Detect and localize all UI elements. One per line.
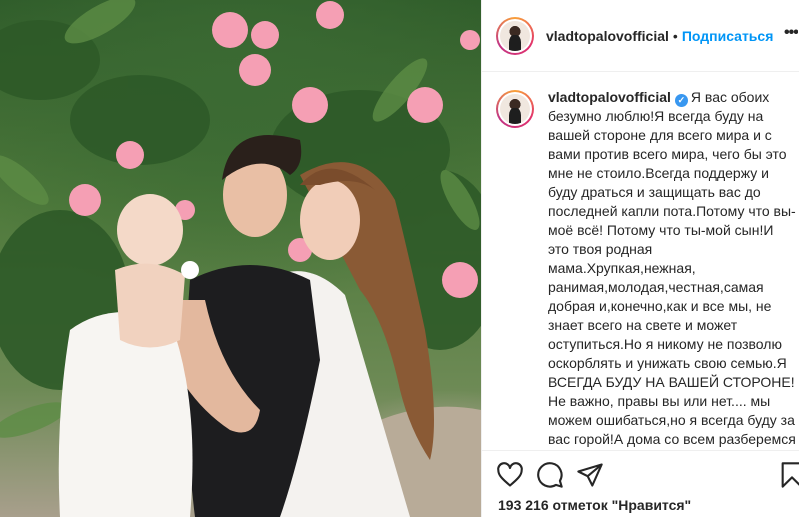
caption-comment: vladtopalovofficial ✓ Я вас обоих безумно … [496, 88, 799, 450]
heart-icon[interactable] [496, 461, 524, 489]
bookmark-icon[interactable] [778, 461, 799, 489]
share-icon[interactable] [576, 461, 604, 489]
header-username[interactable]: vladtopalovofficial [546, 28, 669, 44]
header-separator: • [672, 27, 678, 44]
caption-text-block: vladtopalovofficial ✓ Я вас обоих безумно … [548, 88, 798, 450]
caption-body: Я вас обоих безумно люблю!Я всегда буду … [548, 89, 796, 447]
caption-avatar[interactable] [496, 90, 534, 128]
more-icon[interactable]: ••• [784, 24, 798, 42]
post-side-panel: vladtopalovofficial • Подписаться ••• vl… [481, 0, 799, 517]
avatar-image [500, 94, 530, 124]
verified-badge-icon: ✓ [674, 94, 688, 107]
follow-button[interactable]: Подписаться [682, 28, 774, 44]
avatar-image [500, 20, 530, 51]
post-header: vladtopalovofficial • Подписаться ••• [482, 0, 799, 72]
caption-username[interactable]: vladtopalovofficial [548, 89, 671, 105]
likes-count[interactable]: 193 216 отметок "Нравится" [498, 497, 691, 513]
post-actions: 193 216 отметок "Нравится" [482, 450, 799, 517]
avatar[interactable] [496, 16, 534, 55]
post-photo[interactable] [0, 0, 481, 517]
photo-illustration [0, 0, 481, 517]
comment-icon[interactable] [536, 461, 564, 489]
